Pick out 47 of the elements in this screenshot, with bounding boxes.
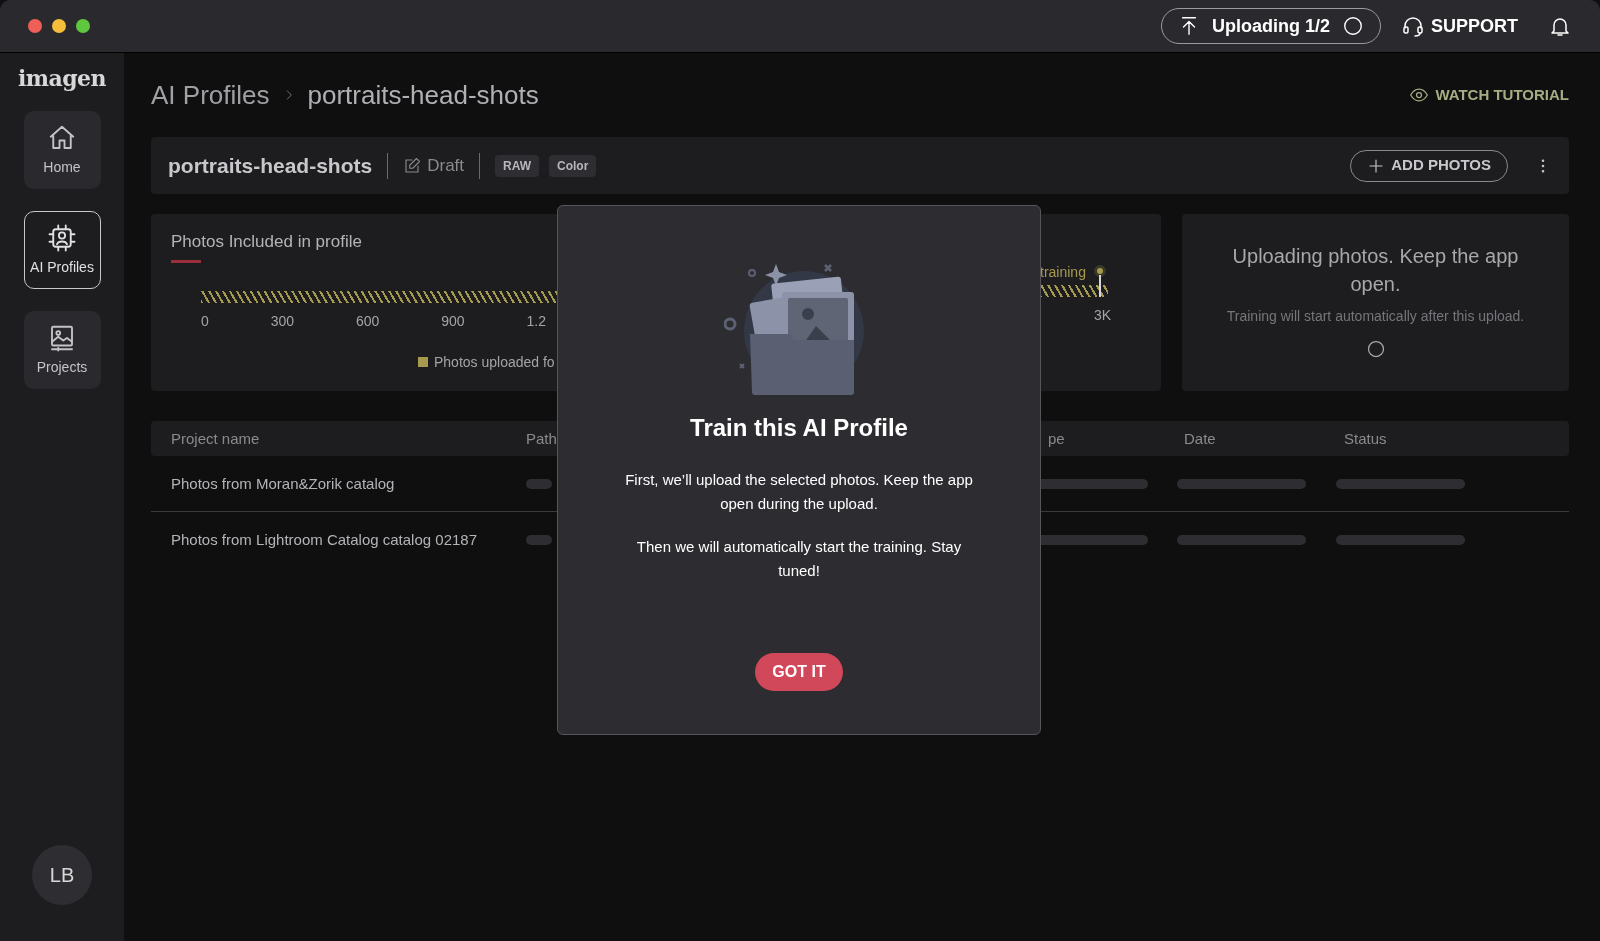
column-header: Path <box>526 429 557 447</box>
title-underline <box>171 259 201 263</box>
watch-tutorial-link[interactable]: WATCH TUTORIAL <box>1409 83 1569 107</box>
tag-chip: Color <box>549 154 597 177</box>
edit-icon <box>403 156 422 175</box>
axis-tick-label: 900 <box>441 311 465 331</box>
user-avatar[interactable]: LB <box>32 845 92 905</box>
skeleton-bar <box>526 535 552 545</box>
close-button[interactable] <box>28 19 42 33</box>
table-cell: Photos from Lightroom Catalog catalog 02187 <box>171 531 478 548</box>
tag-chip: RAW <box>495 154 540 177</box>
axis-tick-label: 600 <box>355 311 380 331</box>
table-cell: Photos from Moran&Zorik catalog <box>171 474 395 492</box>
minimize-button[interactable] <box>52 19 66 33</box>
marker-label: training <box>1040 263 1086 282</box>
axis-tick-label: 3K <box>1094 306 1113 325</box>
profile-chip-icon <box>47 222 77 253</box>
dialog-text: First, we’ll upload the selected photos. Keep the app open during the upload. <box>624 470 974 514</box>
nav-item[interactable]: Projects <box>23 311 101 389</box>
column-header: pe <box>1048 429 1065 447</box>
card-title: Photos Included in profile <box>171 231 362 253</box>
axis-tick-label: 0 <box>201 311 209 331</box>
axis-tick-label: 300 <box>270 311 295 331</box>
legend-label: Photos uploaded fo <box>434 352 555 372</box>
axis-tick-label: 1.2 <box>526 311 546 331</box>
marker-pin <box>1093 265 1106 297</box>
nav-item[interactable]: AI Profiles <box>23 211 101 289</box>
card-title: Uploading photos. Keep the app open. <box>1231 244 1520 297</box>
support-button[interactable]: SUPPORT <box>1401 12 1518 40</box>
got-it-button[interactable]: GOT IT <box>755 653 843 691</box>
column-header: Project name <box>171 429 260 447</box>
nav-item[interactable]: Home <box>23 111 101 189</box>
zoom-button[interactable] <box>76 19 90 33</box>
app-logo: imagen <box>18 67 106 89</box>
column-header: Date <box>1184 429 1216 447</box>
dialog-title: Train this AI Profile <box>690 413 908 443</box>
dialog-text: Then we will automatically start the training. Stay tuned! <box>635 537 963 581</box>
column-header: Status <box>1344 429 1387 447</box>
status-label: Draft <box>427 154 465 177</box>
headset-icon <box>1401 14 1425 38</box>
legend-swatch <box>418 357 428 367</box>
breadcrumb-item[interactable]: AI Profiles <box>151 75 270 115</box>
card-subtitle: Training will start automatically after this upload. <box>1226 307 1525 326</box>
hatched-bar <box>1040 285 1108 297</box>
breadcrumb-item: portraits-head-shots <box>307 78 539 112</box>
skeleton-bar <box>526 478 552 489</box>
profile-name: portraits-head-shots <box>168 152 373 179</box>
